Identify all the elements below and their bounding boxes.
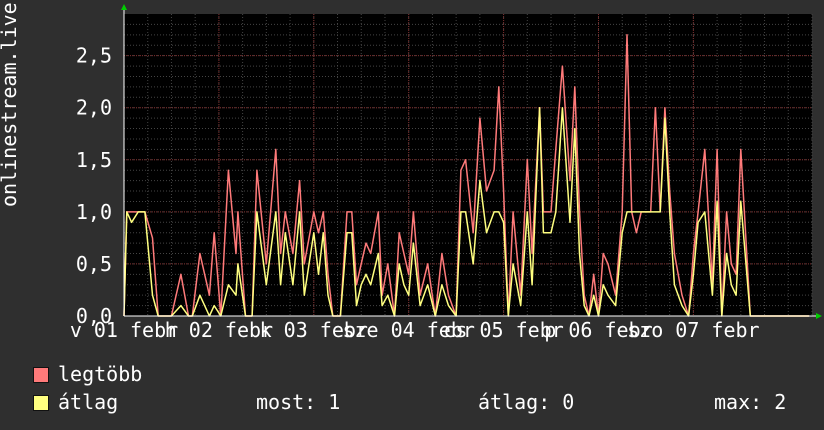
x-tick-label: h 02 febr — [165, 318, 273, 342]
y-axis-label: onlinestream.live — [0, 2, 21, 207]
stat-average: átlag: 0 — [478, 390, 575, 414]
plot-area — [124, 14, 812, 316]
legend-max-label: legtöbb — [58, 362, 143, 386]
x-tick-label: v 01 febr — [70, 318, 178, 342]
legend-swatch-max — [33, 367, 49, 383]
legend-swatch-avg — [33, 395, 49, 411]
stat-max: max: 2 — [714, 390, 787, 414]
y-tick-label: 2,0 — [76, 96, 112, 120]
legend-avg-label: átlag — [58, 390, 119, 414]
y-tick-label: 0,5 — [76, 252, 112, 276]
y-tick-label: 2,5 — [76, 44, 112, 68]
x-tick-label: szo 07 febr — [627, 318, 759, 342]
x-axis-arrow-icon — [816, 313, 822, 319]
stat-now: most: 1 — [256, 390, 341, 414]
y-tick-label: 1,5 — [76, 148, 112, 172]
y-axis-arrow-icon — [121, 4, 127, 10]
y-tick-label: 1,0 — [76, 200, 112, 224]
